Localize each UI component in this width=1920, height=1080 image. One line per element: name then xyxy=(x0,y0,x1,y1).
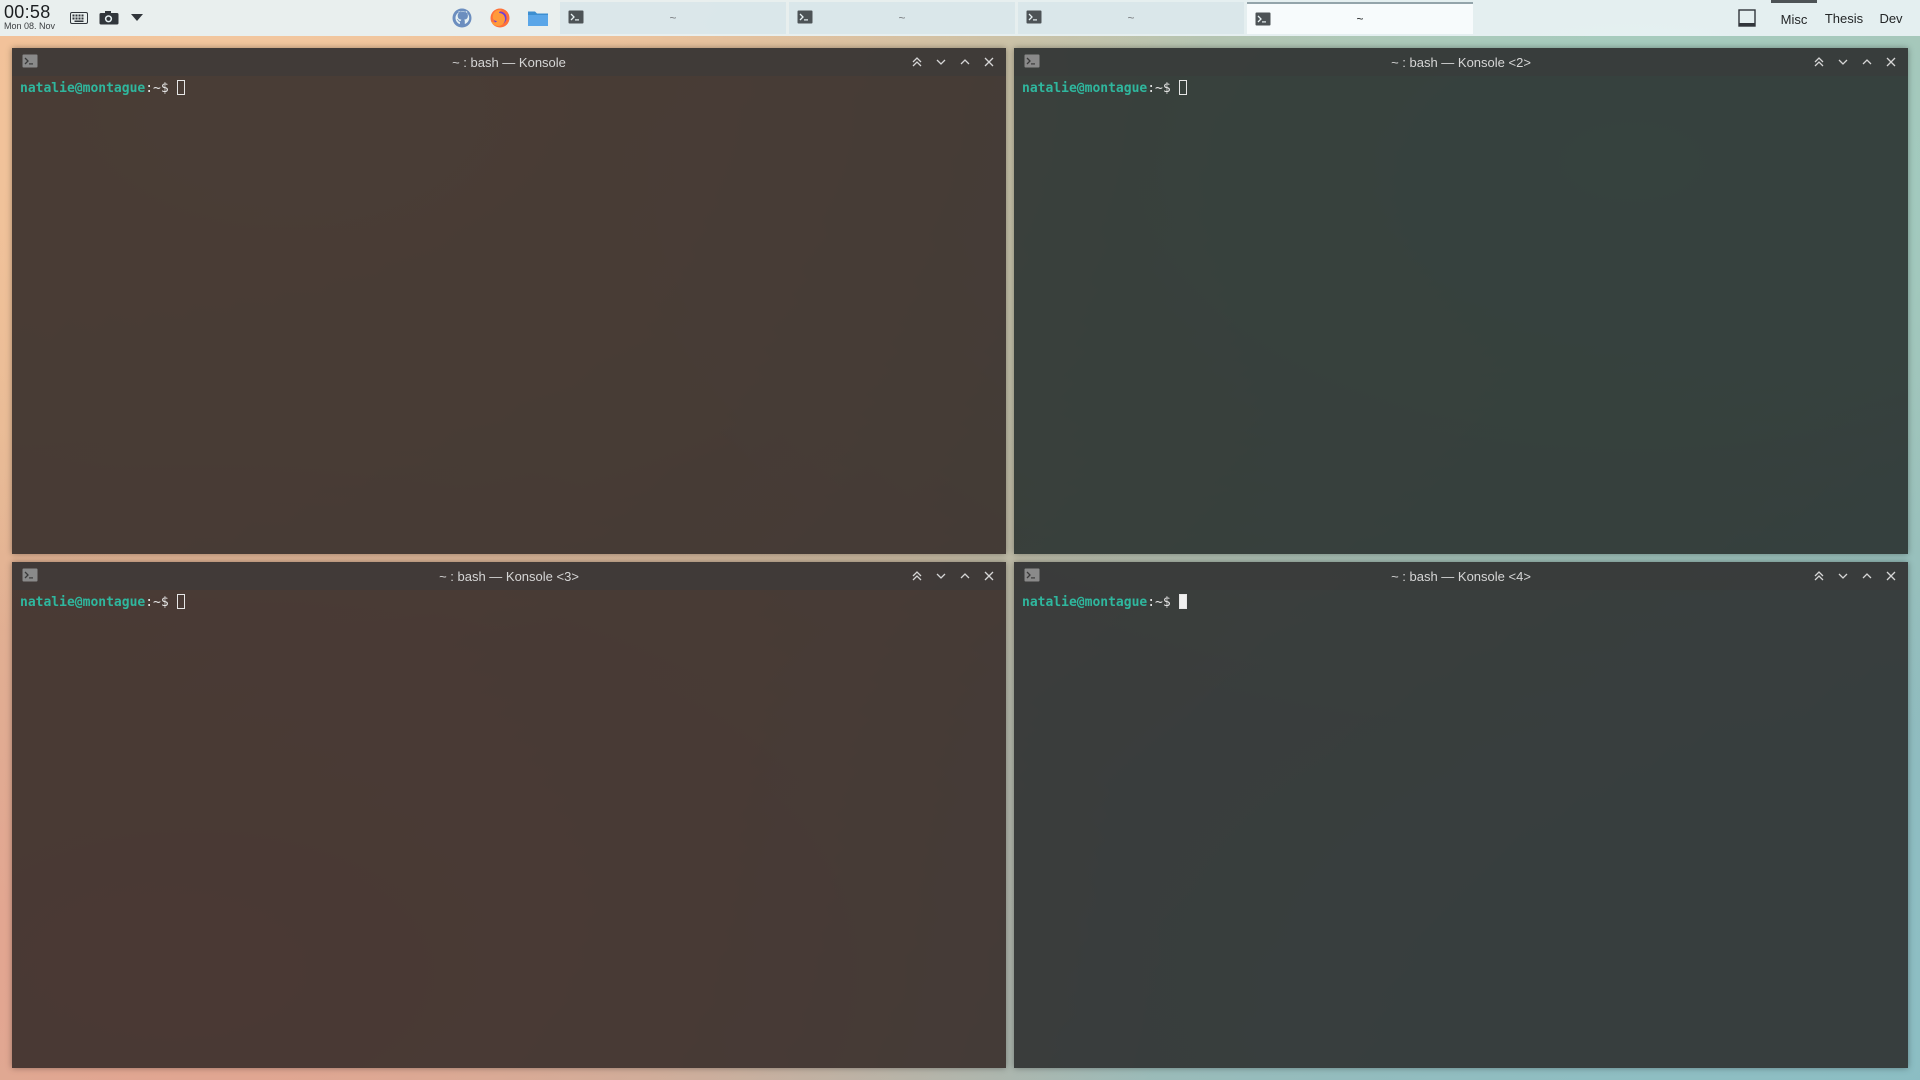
digital-clock[interactable]: 00:58 Mon 08. Nov xyxy=(4,3,64,33)
prompt-path: :~$ xyxy=(1147,595,1171,610)
close-button[interactable] xyxy=(980,567,998,585)
keep-above-button[interactable] xyxy=(908,53,926,71)
desktop-label: Misc xyxy=(1780,12,1808,27)
konsole-window-4[interactable]: ~ : bash — Konsole <4> natalie@montague:… xyxy=(1014,562,1908,1068)
camera-icon[interactable] xyxy=(98,9,120,27)
firefox-icon[interactable] xyxy=(488,7,512,29)
task-label: ~ xyxy=(669,11,677,25)
konsole-window-2[interactable]: ~ : bash — Konsole <2> natalie@montague:… xyxy=(1014,48,1908,554)
desktop-misc[interactable]: Misc xyxy=(1771,0,1817,36)
maximize-button[interactable] xyxy=(956,567,974,585)
prompt-path: :~$ xyxy=(145,595,169,610)
prompt-path: :~$ xyxy=(145,81,169,96)
task-konsole-4[interactable]: ~ xyxy=(1247,2,1473,34)
show-desktop-icon[interactable] xyxy=(1738,9,1756,27)
chevron-down-icon[interactable] xyxy=(126,9,148,27)
text-cursor xyxy=(176,80,185,95)
close-button[interactable] xyxy=(980,53,998,71)
window-title: ~ : bash — Konsole <3> xyxy=(439,569,579,584)
maximize-button[interactable] xyxy=(1858,567,1876,585)
task-label: ~ xyxy=(1356,12,1364,26)
window-titlebar[interactable]: ~ : bash — Konsole <3> xyxy=(12,562,1006,590)
github-desktop-icon[interactable] xyxy=(450,7,474,29)
task-konsole-2[interactable]: ~ xyxy=(789,2,1015,34)
terminal-area[interactable]: natalie@montague:~$ xyxy=(1014,590,1908,611)
maximize-button[interactable] xyxy=(1858,53,1876,71)
keep-above-button[interactable] xyxy=(908,567,926,585)
terminal-area[interactable]: natalie@montague:~$ xyxy=(1014,76,1908,97)
maximize-button[interactable] xyxy=(956,53,974,71)
desktop-dev[interactable]: Dev xyxy=(1871,0,1911,36)
window-titlebar[interactable]: ~ : bash — Konsole <2> xyxy=(1014,48,1908,76)
prompt-user: natalie@montague xyxy=(1022,81,1148,96)
konsole-window-1[interactable]: ~ : bash — Konsole natalie@montague:~$ xyxy=(12,48,1006,554)
top-panel: 00:58 Mon 08. Nov ~ ~ ~ ~ Misc Thesis De… xyxy=(0,0,1920,36)
terminal-area[interactable]: natalie@montague:~$ xyxy=(12,590,1006,611)
text-cursor xyxy=(1178,80,1187,95)
minimize-button[interactable] xyxy=(1834,53,1852,71)
task-label: ~ xyxy=(898,11,906,25)
text-cursor xyxy=(176,594,185,609)
prompt-user: natalie@montague xyxy=(1022,595,1148,610)
desktop-thesis[interactable]: Thesis xyxy=(1819,0,1869,36)
window-titlebar[interactable]: ~ : bash — Konsole <4> xyxy=(1014,562,1908,590)
close-button[interactable] xyxy=(1882,53,1900,71)
text-cursor xyxy=(1178,594,1187,609)
task-konsole-1[interactable]: ~ xyxy=(560,2,786,34)
window-title: ~ : bash — Konsole <4> xyxy=(1391,569,1531,584)
window-title: ~ : bash — Konsole <2> xyxy=(1391,55,1531,70)
keep-above-button[interactable] xyxy=(1810,53,1828,71)
desktop-label: Dev xyxy=(1879,10,1903,26)
minimize-button[interactable] xyxy=(1834,567,1852,585)
window-titlebar[interactable]: ~ : bash — Konsole xyxy=(12,48,1006,76)
minimize-button[interactable] xyxy=(932,53,950,71)
prompt-user: natalie@montague xyxy=(20,595,146,610)
prompt-path: :~$ xyxy=(1147,81,1171,96)
keyboard-icon[interactable] xyxy=(68,9,90,27)
clock-date: Mon 08. Nov xyxy=(4,21,56,31)
files-icon[interactable] xyxy=(526,7,550,29)
keep-above-button[interactable] xyxy=(1810,567,1828,585)
konsole-window-3[interactable]: ~ : bash — Konsole <3> natalie@montague:… xyxy=(12,562,1006,1068)
prompt-user: natalie@montague xyxy=(20,81,146,96)
window-title: ~ : bash — Konsole xyxy=(452,55,566,70)
desktop-label: Thesis xyxy=(1824,10,1864,26)
terminal-area[interactable]: natalie@montague:~$ xyxy=(12,76,1006,97)
clock-time: 00:58 xyxy=(4,2,51,22)
close-button[interactable] xyxy=(1882,567,1900,585)
task-konsole-3[interactable]: ~ xyxy=(1018,2,1244,34)
minimize-button[interactable] xyxy=(932,567,950,585)
task-label: ~ xyxy=(1127,11,1135,25)
